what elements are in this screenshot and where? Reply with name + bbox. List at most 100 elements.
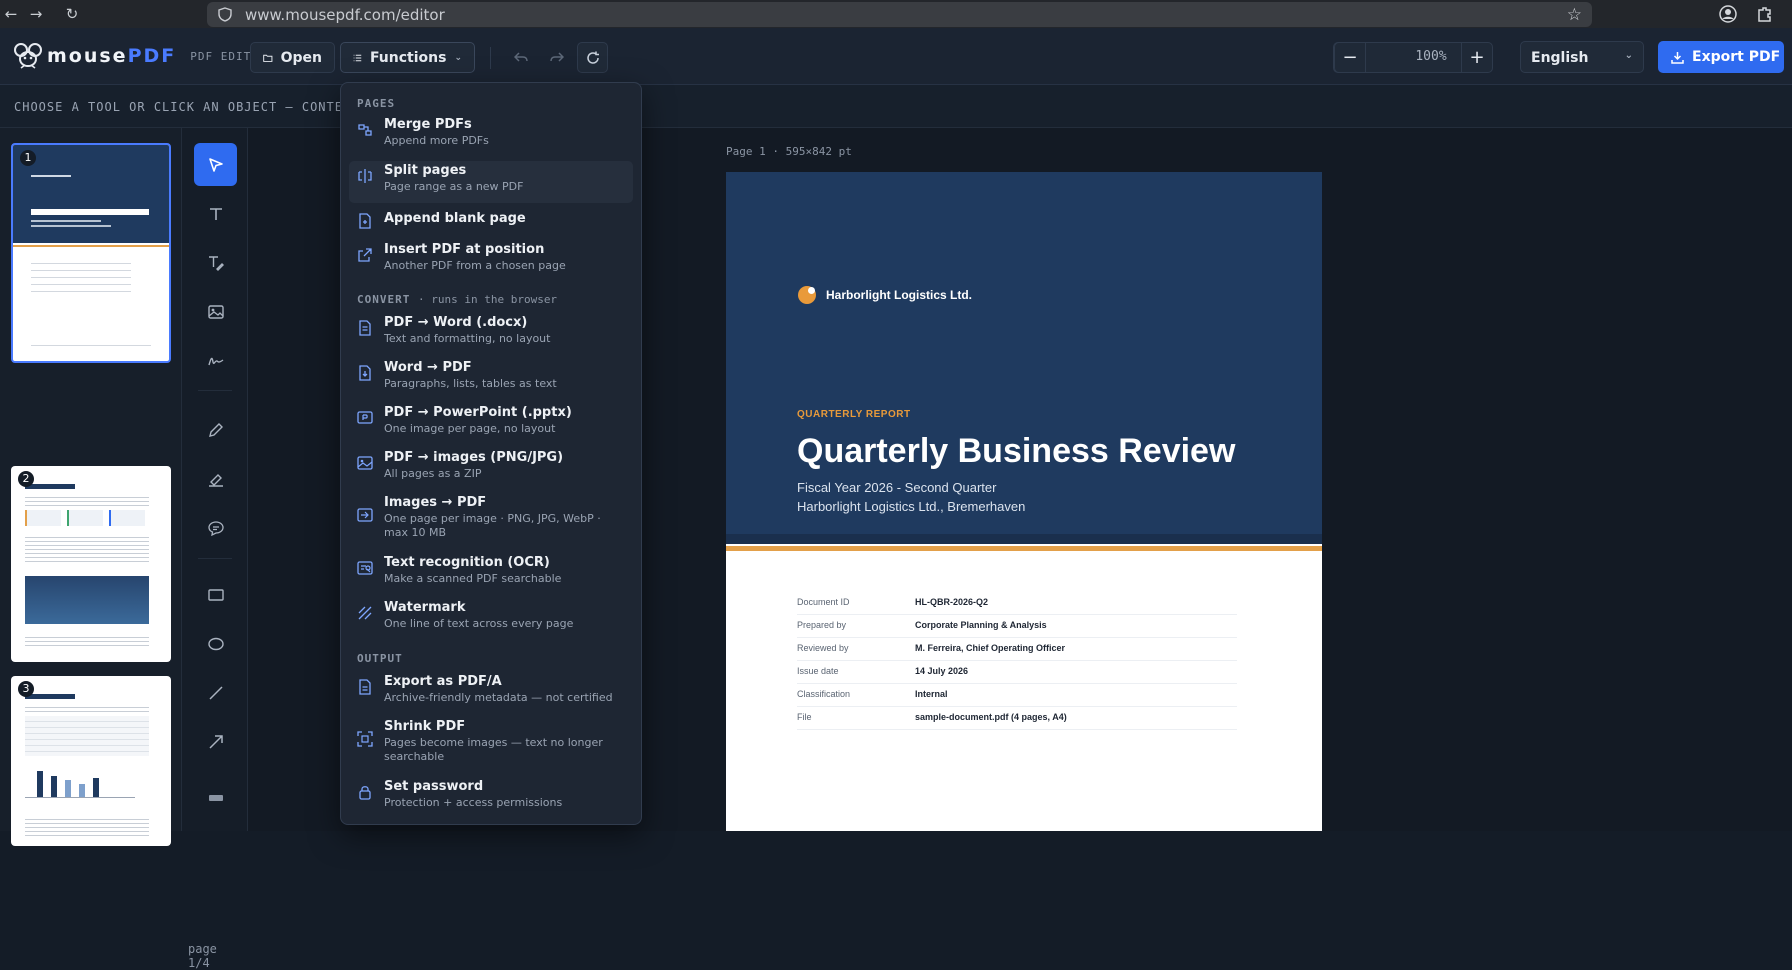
url-text: www.mousepdf.com/editor <box>245 5 445 24</box>
page-indicator: page 1/4 <box>188 942 217 970</box>
bookmark-star-icon[interactable]: ☆ <box>1567 5 1582 25</box>
document-subtitle: Harborlight Logistics Ltd., Bremerhaven <box>797 499 1026 514</box>
import-images-icon <box>357 508 373 522</box>
menu-section-pages: PAGES <box>357 97 396 110</box>
highlight-tool[interactable] <box>194 457 237 500</box>
refresh-icon <box>586 51 599 64</box>
signature-tool[interactable] <box>194 339 237 382</box>
app-toolbar: mousePDF PDF EDITOR Open Functions ⌄ − +… <box>0 28 1792 85</box>
insert-icon <box>358 248 372 262</box>
language-select[interactable]: English ⌄ <box>1520 41 1644 73</box>
undo-icon <box>513 51 528 62</box>
text-tool[interactable] <box>194 192 237 235</box>
menu-item-pdf-to-images[interactable]: PDF → images (PNG/JPG) All pages as a ZI… <box>349 450 633 488</box>
compress-icon <box>357 731 373 747</box>
zoom-out-button[interactable]: − <box>1335 43 1366 72</box>
line-tool[interactable] <box>194 671 237 714</box>
app-logo: mousePDF PDF EDITOR <box>13 41 267 71</box>
menu-section-convert: CONVERT · runs in the browser <box>357 293 558 306</box>
company-logo: Harborlight Logistics Ltd. <box>798 286 972 304</box>
thumbnail-page-3[interactable]: 3 <box>11 676 171 846</box>
edit-text-tool[interactable] <box>194 241 237 284</box>
redo-button[interactable] <box>541 42 572 73</box>
comment-tool[interactable] <box>194 506 237 549</box>
merge-icon <box>358 124 372 136</box>
context-hint: CHOOSE A TOOL OR CLICK AN OBJECT — CONTE… <box>14 100 376 114</box>
pen-tool[interactable] <box>194 408 237 451</box>
back-icon[interactable]: ← <box>0 4 22 24</box>
cursor-icon <box>208 157 223 172</box>
report-kicker: QUARTERLY REPORT <box>797 409 911 420</box>
document-page[interactable]: Harborlight Logistics Ltd. QUARTERLY REP… <box>726 172 1322 831</box>
zoom-in-button[interactable]: + <box>1461 43 1492 72</box>
image-tool[interactable] <box>194 290 237 333</box>
watermark-icon <box>358 606 372 620</box>
rectangle-icon <box>207 588 224 601</box>
menu-item-pdf-to-powerpoint[interactable]: PDF → PowerPoint (.pptx) One image per p… <box>349 405 633 443</box>
page-info: Page 1 · 595×842 pt <box>726 145 852 158</box>
chevron-down-icon: ⌄ <box>1624 50 1633 61</box>
metadata-row: File sample-document.pdf (4 pages, A4) <box>797 707 1237 730</box>
blank-page-icon <box>359 213 371 229</box>
thumbnail-page-1[interactable]: 1 <box>11 143 171 363</box>
thumbnail-number: 3 <box>18 681 34 697</box>
ellipse-tool[interactable] <box>194 622 237 665</box>
lock-icon <box>359 786 371 800</box>
metadata-table: Document ID HL-QBR-2026-Q2 Prepared by Cor… <box>797 592 1237 730</box>
address-bar[interactable]: www.mousepdf.com/editor ☆ <box>207 2 1592 27</box>
metadata-row: Reviewed by M. Ferreira, Chief Operating … <box>797 638 1237 661</box>
more-tool[interactable] <box>194 788 237 808</box>
highlighter-icon <box>208 473 223 487</box>
open-button[interactable]: Open <box>250 42 335 73</box>
arrow-tool[interactable] <box>194 720 237 763</box>
page-thumbnails: 1 2 3 page 1/4 <box>0 128 217 970</box>
menu-item-split-pages[interactable]: Split pages Page range as a new PDF <box>349 161 633 203</box>
chevron-down-icon: ⌄ <box>454 52 462 63</box>
menu-item-images-to-pdf[interactable]: Images → PDF One page per image · PNG, J… <box>349 495 633 547</box>
menu-item-append-blank-page[interactable]: Append blank page <box>349 211 633 233</box>
presentation-icon <box>357 411 373 424</box>
menu-item-pdf-to-word[interactable]: PDF → Word (.docx) Text and formatting, … <box>349 315 633 353</box>
shield-icon <box>218 7 232 22</box>
extensions-icon[interactable] <box>1756 5 1774 23</box>
brand-name: mousePDF <box>47 45 177 67</box>
tool-divider <box>198 558 232 559</box>
metadata-row: Classification Internal <box>797 684 1237 707</box>
archive-document-icon <box>359 679 371 695</box>
menu-item-set-password[interactable]: Set password Protection + access permiss… <box>349 779 633 817</box>
menu-item-shrink-pdf[interactable]: Shrink PDF Pages become images — text no… <box>349 719 633 771</box>
rectangle-tool[interactable] <box>194 573 237 616</box>
document-title: Quarterly Business Review <box>797 432 1236 470</box>
document-icon <box>359 320 371 336</box>
reload-icon[interactable]: ↻ <box>61 4 83 24</box>
account-icon[interactable] <box>1719 5 1737 23</box>
line-icon <box>208 685 223 700</box>
undo-button[interactable] <box>505 42 536 73</box>
text-icon <box>209 207 222 220</box>
redo-icon <box>549 51 564 62</box>
company-logo-icon <box>798 286 816 304</box>
ocr-icon <box>357 561 373 575</box>
menu-item-word-to-pdf[interactable]: Word → PDF Paragraphs, lists, tables as … <box>349 360 633 398</box>
menu-item-ocr[interactable]: Text recognition (OCR) Make a scanned PD… <box>349 555 633 593</box>
menu-item-watermark[interactable]: Watermark One line of text across every … <box>349 600 633 638</box>
forward-icon[interactable]: → <box>25 4 47 24</box>
document-subtitle: Fiscal Year 2026 - Second Quarter <box>797 480 997 495</box>
menu-item-merge-pdfs[interactable]: Merge PDFs Append more PDFs <box>349 117 633 155</box>
reset-button[interactable] <box>577 42 608 73</box>
menu-section-output: OUTPUT <box>357 652 403 665</box>
select-tool[interactable] <box>194 143 237 186</box>
tool-palette <box>182 128 248 831</box>
menu-item-insert-pdf[interactable]: Insert PDF at position Another PDF from … <box>349 242 633 280</box>
mouse-logo-icon <box>14 43 42 69</box>
menu-item-export-pdfa[interactable]: Export as PDF/A Archive-friendly metadat… <box>349 674 633 712</box>
metadata-row: Issue date 14 July 2026 <box>797 661 1237 684</box>
cover-stripe <box>726 534 1322 544</box>
export-pdf-button[interactable]: Export PDF <box>1658 41 1784 73</box>
split-icon <box>358 169 372 183</box>
thumbnail-number: 2 <box>18 471 34 487</box>
company-name: Harborlight Logistics Ltd. <box>826 288 972 302</box>
download-icon <box>1671 51 1684 64</box>
functions-button[interactable]: Functions ⌄ <box>340 42 475 73</box>
thumbnail-page-2[interactable]: 2 <box>11 466 171 662</box>
